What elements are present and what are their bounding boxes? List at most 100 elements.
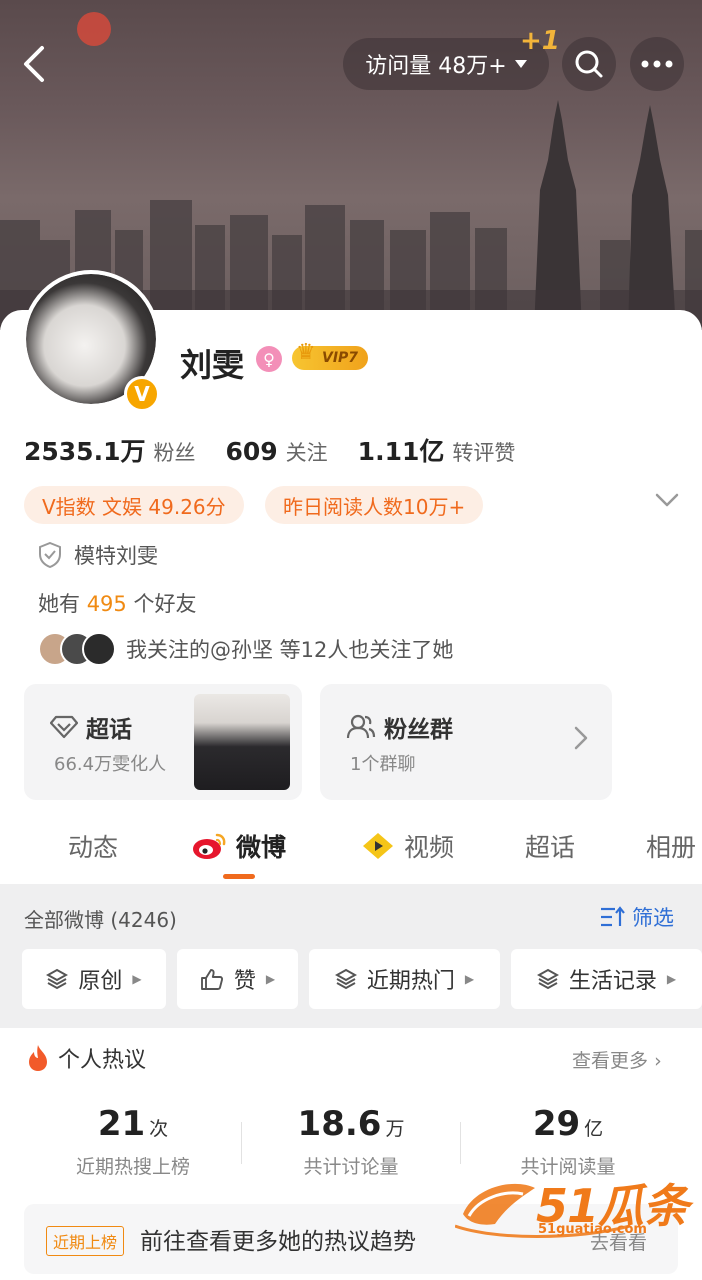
stat-following[interactable]: 609 关注	[225, 437, 327, 467]
weibo-logo-icon	[193, 833, 226, 859]
visits-label: 访问量 48万+	[365, 54, 507, 79]
metric-value: 18.6	[297, 1104, 382, 1144]
watermark-url: 51guatiao.com	[538, 1222, 647, 1237]
diamond-icon	[50, 715, 78, 739]
search-button[interactable]	[562, 37, 616, 91]
flame-icon	[29, 1045, 47, 1071]
friends-prefix: 她有	[38, 592, 80, 616]
crown-icon: ♛	[296, 340, 316, 365]
more-button[interactable]	[630, 37, 684, 91]
metric-divider	[460, 1122, 461, 1164]
fan-group-title: 粉丝群	[384, 717, 453, 743]
metric-unit: 亿	[584, 1118, 604, 1140]
chip-original[interactable]: 原创 ▶	[22, 949, 166, 1009]
expand-info-button[interactable]	[655, 492, 679, 511]
yesterday-reads-pill[interactable]: 昨日阅读人数10万+	[265, 486, 484, 524]
visits-plus-one: +1	[520, 26, 560, 56]
stat-value: 2535.1万	[24, 437, 146, 466]
chip-liked[interactable]: 赞 ▶	[177, 949, 298, 1009]
chevron-right-icon: ›	[654, 1050, 662, 1072]
caret-down-icon	[514, 60, 527, 68]
trend-tag: 近期上榜	[46, 1226, 125, 1256]
verified-badge: V	[124, 376, 160, 412]
active-tab-indicator	[223, 874, 255, 879]
mutual-avatars	[38, 632, 116, 666]
super-topic-tile[interactable]: 超话 66.4万雯化人	[24, 684, 302, 800]
layers-icon	[536, 968, 559, 990]
super-topic-photo	[194, 694, 290, 790]
metric-hot-search: 21 次 近期热搜上榜	[33, 1104, 233, 1179]
people-icon	[346, 714, 376, 739]
layers-icon	[334, 968, 357, 990]
certification-row: 模特刘雯	[38, 540, 158, 570]
thumbs-up-icon	[200, 969, 223, 990]
tab-video-label: 视频	[404, 833, 455, 862]
stat-likes[interactable]: 1.11亿 转评赞	[358, 432, 516, 468]
caret-right-icon: ▶	[265, 972, 276, 986]
certification-text: 模特刘雯	[74, 544, 158, 568]
stat-label: 关注	[285, 441, 328, 465]
v-index-pill[interactable]: V指数 文娱 49.26分	[24, 486, 244, 524]
tab-video[interactable]: 视频	[360, 828, 454, 864]
caret-right-icon: ▶	[464, 972, 475, 986]
super-topic-subtitle: 66.4万雯化人	[54, 754, 167, 775]
metric-discussions: 18.6 万 共计讨论量	[251, 1104, 451, 1179]
metric-label: 共计讨论量	[303, 1156, 399, 1178]
mutual-follow-row[interactable]: 我关注的@孙坚 等12人也关注了她	[38, 632, 453, 666]
visits-button[interactable]: 访问量 48万+	[343, 38, 549, 90]
metric-divider	[241, 1122, 242, 1164]
tab-dynamic[interactable]: 动态	[68, 828, 118, 864]
friends-row[interactable]: 她有 495 个好友	[38, 588, 196, 618]
filter-sort-icon	[601, 906, 625, 927]
chip-recent-hot[interactable]: 近期热门 ▶	[309, 949, 500, 1009]
profile-stats: 2535.1万 粉丝 609 关注 1.11亿 转评赞	[24, 432, 515, 468]
fan-group-subtitle: 1个群聊	[350, 754, 416, 775]
chip-label: 生活记录	[568, 969, 657, 994]
stat-followers[interactable]: 2535.1万 粉丝	[24, 432, 195, 468]
mutual-follow-text: 我关注的@孙坚 等12人也关注了她	[126, 638, 454, 662]
profile-name: 刘雯	[180, 346, 245, 384]
cover-sun	[77, 12, 111, 46]
female-icon: ♀	[256, 346, 282, 372]
tab-super-topic[interactable]: 超话	[525, 828, 575, 864]
trend-text: 前往查看更多她的热议趋势	[140, 1229, 416, 1255]
shield-icon	[39, 542, 61, 568]
tab-album[interactable]: 相册	[646, 828, 696, 864]
friends-count: 495	[86, 592, 127, 616]
stat-value: 609	[225, 437, 278, 466]
tab-weibo-label: 微博	[236, 833, 287, 862]
metric-value: 21	[97, 1104, 146, 1144]
metric-unit: 万	[385, 1118, 405, 1140]
filter-button[interactable]: 筛选	[600, 902, 674, 932]
stat-label: 转评赞	[452, 441, 516, 465]
hot-discussion-title: 个人热议	[58, 1048, 147, 1073]
super-topic-title-row: 超话	[50, 710, 132, 744]
chevron-down-icon	[655, 493, 679, 507]
back-button[interactable]	[14, 40, 54, 88]
caret-right-icon: ▶	[666, 972, 677, 986]
vip-label: VIP7	[322, 350, 359, 366]
vip-badge[interactable]: ♛ VIP7	[292, 340, 369, 370]
super-topic-title: 超话	[86, 717, 132, 743]
video-icon	[363, 833, 393, 859]
chip-label: 赞	[233, 969, 256, 994]
chevron-right-icon	[574, 726, 588, 750]
filter-label: 筛选	[632, 906, 674, 930]
tab-weibo[interactable]: 微博	[192, 828, 286, 864]
stat-value: 1.11亿	[357, 437, 445, 466]
hot-discussion-header: 个人热议	[26, 1042, 146, 1074]
metric-unit: 次	[149, 1118, 169, 1140]
see-more-link[interactable]: 查看更多 ›	[572, 1046, 662, 1073]
more-dots-icon	[641, 60, 673, 68]
stat-label: 粉丝	[153, 441, 196, 465]
chevron-left-icon	[24, 46, 44, 82]
metric-label: 近期热搜上榜	[75, 1156, 190, 1178]
fan-group-title-row: 粉丝群	[346, 710, 453, 744]
search-icon	[575, 50, 603, 78]
chip-life-record[interactable]: 生活记录 ▶	[511, 949, 702, 1009]
friends-suffix: 个好友	[133, 592, 197, 616]
layers-icon	[46, 968, 69, 990]
fan-group-tile[interactable]: 粉丝群 1个群聊	[320, 684, 612, 800]
metric-value: 29	[532, 1104, 581, 1144]
chip-label: 原创	[78, 969, 123, 994]
